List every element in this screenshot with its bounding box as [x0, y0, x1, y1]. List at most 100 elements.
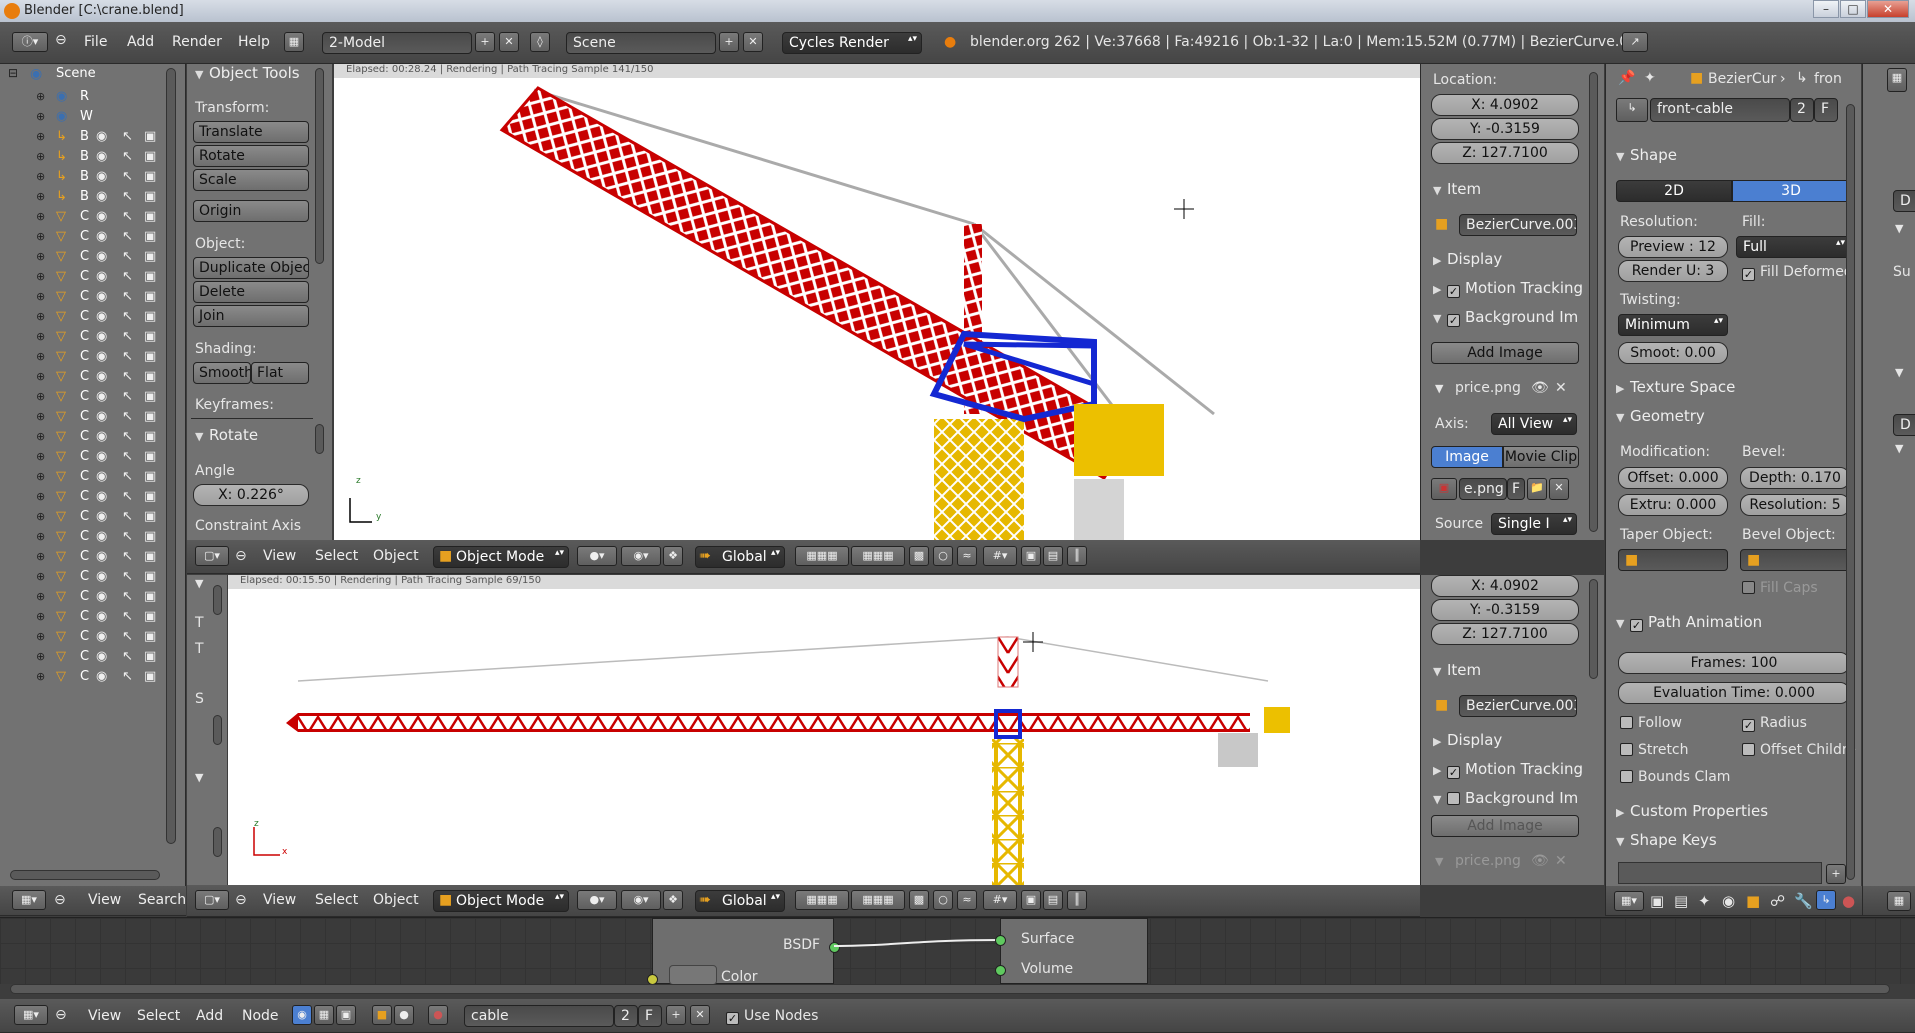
visibility-eye-icon[interactable]: ◉	[96, 387, 107, 407]
outliner-row[interactable]: ⊕ ▽ C ◉ ↖ ▣	[24, 587, 164, 607]
visibility-eye-icon[interactable]: ◉	[96, 527, 107, 547]
outliner-row[interactable]: ⊕ ◉ R	[24, 87, 164, 107]
material-fake-user[interactable]: F	[638, 1005, 662, 1027]
outliner-row-label[interactable]: R	[80, 87, 89, 107]
outliner-row[interactable]: ⊕ ▽ C ◉ ↖ ▣	[24, 447, 164, 467]
color-swatch[interactable]	[669, 965, 717, 985]
angle-x-field[interactable]: X: 0.226°	[193, 484, 309, 506]
outliner-row[interactable]: ⊕ ▽ C ◉ ↖ ▣	[24, 307, 164, 327]
outliner-row[interactable]: ⊕ ▽ C ◉ ↖ ▣	[24, 227, 164, 247]
view3d-bottom-menu-object[interactable]: Object	[373, 892, 419, 908]
visibility-eye-icon[interactable]: ◉	[96, 607, 107, 627]
motion-tracking-title-bottom[interactable]: Motion Tracking	[1465, 760, 1583, 778]
render-camera-icon[interactable]: ▣	[144, 187, 156, 207]
visibility-eye-icon[interactable]: ◉	[96, 507, 107, 527]
outliner-expand-icon[interactable]: ⊕	[36, 87, 45, 107]
select-cursor-icon[interactable]: ↖	[122, 607, 133, 627]
origin-button[interactable]: Origin	[193, 200, 309, 222]
surface-socket[interactable]	[995, 935, 1006, 946]
scene-tab-icon[interactable]: ✦	[1698, 892, 1711, 910]
image-tab[interactable]: Image	[1431, 446, 1503, 468]
bevel-depth-field[interactable]: Depth: 0.170	[1740, 467, 1850, 489]
node-menu-select[interactable]: Select	[137, 1008, 180, 1024]
visibility-eye-icon[interactable]: ◉	[96, 587, 107, 607]
shader-nodes-icon[interactable]: ◉	[292, 1005, 312, 1025]
outliner-row[interactable]: ⊕ ▽ C ◉ ↖ ▣	[24, 607, 164, 627]
material-browse-icon[interactable]: ●	[428, 1005, 448, 1025]
visibility-eye-icon[interactable]: ◉	[96, 667, 107, 687]
shape-keys-list[interactable]	[1618, 862, 1822, 884]
image-file-field[interactable]: e.png	[1459, 478, 1507, 500]
select-cursor-icon[interactable]: ↖	[122, 247, 133, 267]
layers-group-2[interactable]: ▦▦▦	[851, 546, 905, 566]
use-nodes-checkbox[interactable]: ✓	[726, 1012, 739, 1025]
select-cursor-icon[interactable]: ↖	[122, 327, 133, 347]
shading-mode-icon-bottom[interactable]: ●▾	[577, 890, 617, 910]
movie-clip-tab[interactable]: Movie Clip	[1503, 446, 1579, 468]
shape-keys-title[interactable]: Shape Keys	[1630, 831, 1717, 849]
npanel-bottom-scrollbar[interactable]	[1589, 579, 1598, 679]
outliner-expand-icon[interactable]: ⊕	[36, 667, 45, 687]
radius-checkbox[interactable]: ✓	[1742, 719, 1755, 732]
outliner-editor-type-icon[interactable]: ▦▾	[12, 890, 46, 910]
outliner-row[interactable]: ⊕ ▽ C ◉ ↖ ▣	[24, 427, 164, 447]
outliner-row-label[interactable]: C	[80, 207, 89, 227]
shape-panel-title[interactable]: Shape	[1630, 146, 1677, 164]
outliner-row-label[interactable]: C	[80, 607, 89, 627]
visibility-eye-icon[interactable]: ◉	[96, 567, 107, 587]
visibility-eye-icon[interactable]: ◉	[96, 447, 107, 467]
render-camera-icon[interactable]: ▣	[144, 307, 156, 327]
menu-file[interactable]: File	[84, 34, 107, 50]
visibility-eye-icon[interactable]: ◉	[96, 327, 107, 347]
visibility-eye-icon[interactable]: ◉	[96, 627, 107, 647]
minimize-button[interactable]: –	[1813, 0, 1839, 18]
bg-image-eye-icon-bottom[interactable]: 👁	[1531, 853, 1549, 869]
outliner-row[interactable]: ⊕ ▽ C ◉ ↖ ▣	[24, 347, 164, 367]
render-camera-icon[interactable]: ▣	[144, 247, 156, 267]
outliner-row[interactable]: ⊕ ▽ C ◉ ↖ ▣	[24, 287, 164, 307]
visibility-eye-icon[interactable]: ◉	[96, 467, 107, 487]
bevel-resolution-field[interactable]: Resolution: 5	[1740, 494, 1850, 516]
fill-deformed-checkbox[interactable]: ✓	[1742, 268, 1755, 281]
visibility-eye-icon[interactable]: ◉	[96, 247, 107, 267]
outliner-expand-icon[interactable]: ⊕	[36, 507, 45, 527]
render-resolution-field[interactable]: Render U: 3	[1618, 260, 1728, 282]
select-cursor-icon[interactable]: ↖	[122, 527, 133, 547]
motion-tracking-checkbox-bottom[interactable]: ✓	[1447, 766, 1460, 779]
mode-2d-toggle[interactable]: 2D	[1616, 180, 1732, 202]
visibility-eye-icon[interactable]: ◉	[96, 207, 107, 227]
smooth-field[interactable]: Smoot: 0.00	[1618, 342, 1728, 364]
render-camera-icon[interactable]: ▣	[144, 667, 156, 687]
duplicate-objects-button[interactable]: Duplicate Objects	[193, 257, 309, 279]
world-tab-icon[interactable]: ◉	[1722, 892, 1735, 910]
outliner-expand-icon[interactable]: ⊕	[36, 327, 45, 347]
outliner-row-label[interactable]: C	[80, 507, 89, 527]
modifiers-tab-icon[interactable]: 🔧	[1794, 892, 1813, 910]
add-screen-icon[interactable]: +	[475, 32, 495, 52]
menu-help[interactable]: Help	[238, 34, 270, 50]
render-camera-icon[interactable]: ▣	[144, 347, 156, 367]
outliner-row-label[interactable]: B	[80, 127, 89, 147]
view3d-bottom-collapse-icon[interactable]: ⊖	[235, 892, 247, 908]
rotate-button[interactable]: Rotate	[193, 145, 309, 167]
join-button[interactable]: Join	[193, 305, 309, 327]
item-name-field[interactable]: BezierCurve.003	[1459, 214, 1577, 236]
render-still-icon-bottom[interactable]: ▣	[1021, 890, 1041, 910]
visibility-eye-icon[interactable]: ◉	[96, 407, 107, 427]
maximize-button[interactable]: □	[1840, 0, 1866, 18]
layers-group-1[interactable]: ▦▦▦	[795, 546, 849, 566]
select-cursor-icon[interactable]: ↖	[122, 587, 133, 607]
outliner-row[interactable]: ⊕ ▽ C ◉ ↖ ▣	[24, 327, 164, 347]
visibility-eye-icon[interactable]: ◉	[96, 187, 107, 207]
menu-render[interactable]: Render	[172, 34, 222, 50]
material-users-count[interactable]: 2	[614, 1005, 638, 1027]
location-x-field-bottom[interactable]: X: 4.0902	[1431, 575, 1579, 597]
node-editor-type-icon[interactable]: ▦▾	[14, 1005, 48, 1025]
outliner-row-label[interactable]: B	[80, 187, 89, 207]
image-open-icon[interactable]: 📁	[1527, 478, 1547, 500]
curve-data-icon[interactable]: ↳	[1616, 98, 1648, 122]
outliner-row[interactable]: ⊕ ▽ C ◉ ↖ ▣	[24, 547, 164, 567]
path-animation-checkbox[interactable]: ✓	[1630, 619, 1643, 632]
outliner-row[interactable]: ⊕ ↳ B ◉ ↖ ▣	[24, 147, 164, 167]
render-camera-icon[interactable]: ▣	[144, 327, 156, 347]
